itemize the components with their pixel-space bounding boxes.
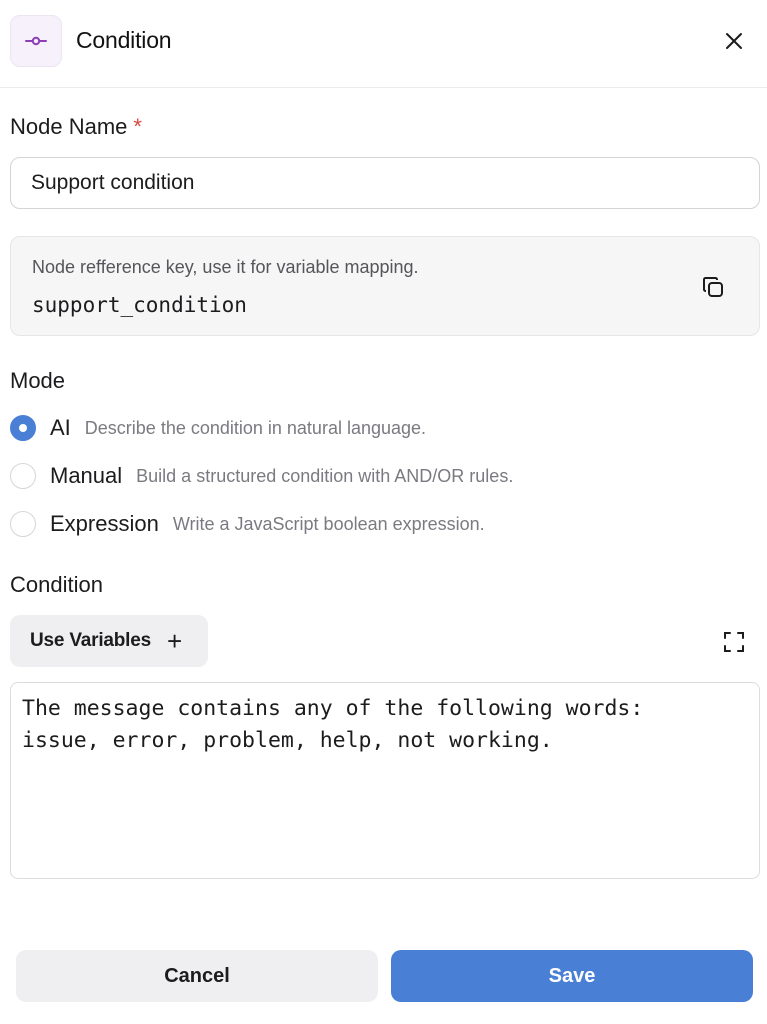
node-name-input[interactable] — [10, 157, 760, 209]
mode-option-label: AI — [50, 415, 71, 440]
expand-button[interactable] — [720, 628, 748, 656]
copy-icon — [703, 277, 723, 297]
cancel-button[interactable]: Cancel — [16, 950, 378, 1002]
use-variables-button[interactable]: Use Variables + — [10, 615, 208, 667]
mode-option-label: Expression — [50, 511, 159, 536]
panel-header: Condition — [0, 0, 767, 88]
required-marker: * — [133, 114, 142, 139]
mode-option-description: Write a JavaScript boolean expression. — [172, 513, 485, 534]
condition-label: Condition — [10, 572, 103, 597]
mode-option-description: Build a structured condition with AND/OR… — [136, 465, 514, 486]
plus-icon: + — [166, 626, 183, 656]
copy-button[interactable] — [699, 273, 727, 301]
close-icon — [726, 33, 742, 49]
radio-expression[interactable] — [10, 511, 36, 537]
node-name-label-text: Node Name — [10, 114, 128, 139]
expand-icon — [724, 632, 744, 652]
mode-option-manual[interactable]: Manual Build a structured condition with… — [10, 461, 513, 491]
reference-key-value: support_condition — [32, 293, 247, 317]
mode-label: Mode — [10, 368, 66, 393]
reference-key-box: Node refference key, use it for variable… — [10, 236, 760, 336]
save-button[interactable]: Save — [391, 950, 753, 1002]
mode-option-expression[interactable]: Expression Write a JavaScript boolean ex… — [10, 509, 485, 539]
condition-node-icon — [10, 15, 62, 67]
condition-textarea[interactable]: The message contains any of the followin… — [10, 682, 760, 879]
use-variables-label: Use Variables — [30, 630, 151, 651]
mode-option-description: Describe the condition in natural langua… — [84, 417, 427, 438]
radio-ai[interactable] — [10, 415, 36, 441]
panel-title: Condition — [76, 27, 172, 53]
node-name-label: Node Name * — [10, 114, 142, 140]
mode-option-label: Manual — [50, 463, 123, 488]
mode-option-ai[interactable]: AI Describe the condition in natural lan… — [10, 413, 426, 443]
close-button[interactable] — [718, 25, 750, 57]
radio-manual[interactable] — [10, 463, 36, 489]
reference-key-hint: Node refference key, use it for variable… — [32, 257, 419, 277]
